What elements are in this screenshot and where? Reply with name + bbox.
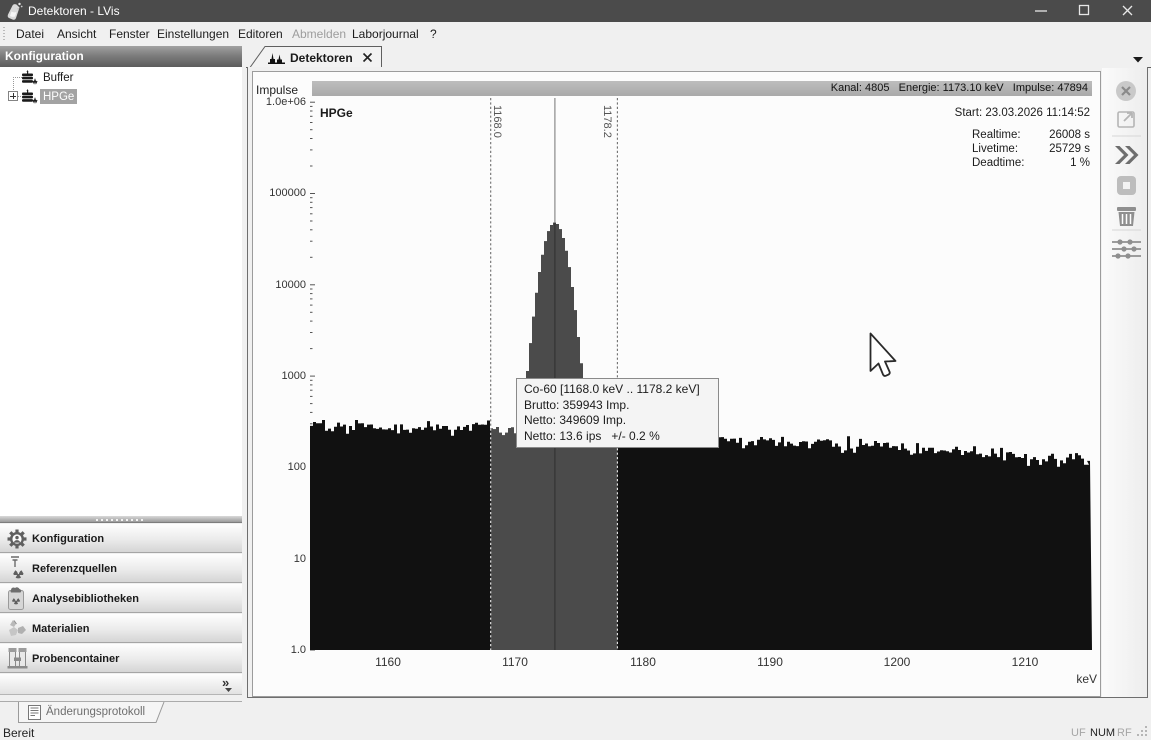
svg-text:1168.0: 1168.0: [491, 105, 503, 138]
svg-text:1178.2: 1178.2: [601, 105, 613, 138]
